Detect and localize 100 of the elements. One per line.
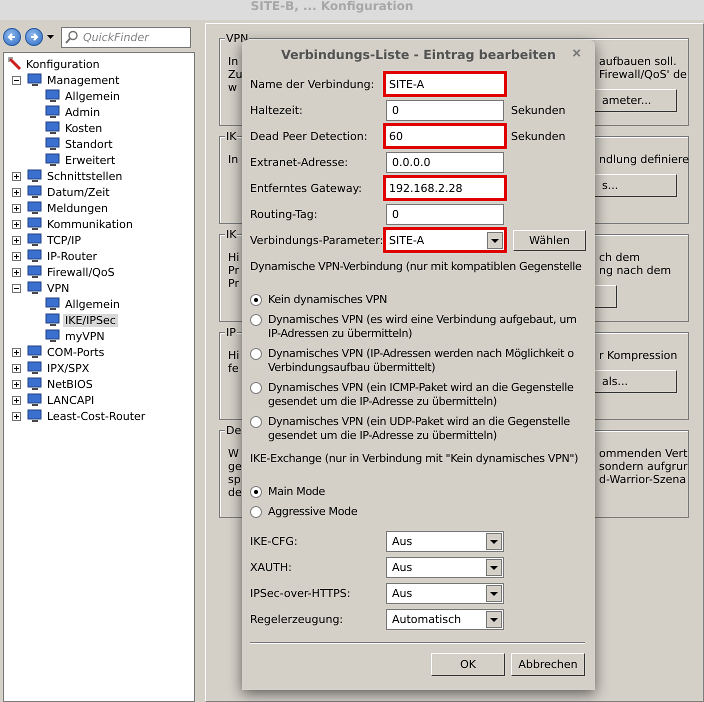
monitor-icon xyxy=(27,393,43,407)
panel-button[interactable]: ameter... xyxy=(593,89,677,112)
tree-item[interactable]: VPN xyxy=(45,282,72,294)
tree-item[interactable]: COM-Ports xyxy=(45,346,106,358)
group-title: De xyxy=(225,424,242,437)
caret-icon[interactable] xyxy=(47,35,54,39)
expand-icon[interactable] xyxy=(12,236,21,244)
field-label: Extranet-Adresse: xyxy=(250,156,350,169)
expand-icon[interactable] xyxy=(12,252,21,260)
tree-item[interactable]: myVPN xyxy=(63,330,107,342)
dropdown[interactable]: Aus xyxy=(386,531,504,552)
expand-icon[interactable] xyxy=(12,188,21,196)
unit-label: Sekunden xyxy=(510,104,566,117)
tree-item[interactable]: Schnittstellen xyxy=(45,170,124,182)
dialog-button[interactable]: OK xyxy=(431,653,505,676)
panel-button[interactable]: als... xyxy=(593,370,677,393)
collapse-icon[interactable] xyxy=(12,76,21,84)
description-text: ommenden Vert xyxy=(599,447,688,460)
tree-item[interactable]: LANCAPI xyxy=(45,394,96,406)
section-heading: IKE-Exchange (nur in Verbindung mit "Kein dynamisches VPN") xyxy=(250,452,578,465)
choose-button[interactable]: Wählen xyxy=(513,230,586,251)
tree-item[interactable]: IP-Router xyxy=(45,250,100,262)
radio-button[interactable] xyxy=(250,348,262,360)
expand-icon[interactable] xyxy=(12,396,21,404)
search-field[interactable]: QuickFinder xyxy=(61,26,191,48)
tree-item[interactable]: TCP/IP xyxy=(45,234,83,246)
tree-item[interactable]: Kommunikation xyxy=(45,218,135,230)
wrench-icon xyxy=(8,57,22,71)
radio-label: Dynamisches VPN (ein UDP-Paket wird an die Gegenstelle gesendet um die IP-Adresse zu übermitteln) xyxy=(268,415,571,443)
radio-label: Kein dynamisches VPN xyxy=(268,293,388,307)
monitor-icon xyxy=(27,281,43,295)
tree-item[interactable]: IKE/IPSec xyxy=(63,314,118,326)
radio-button[interactable] xyxy=(250,416,262,428)
tree-item[interactable]: Kosten xyxy=(63,122,104,134)
tree-item[interactable]: Allgemein xyxy=(63,90,122,102)
monitor-icon xyxy=(27,73,43,87)
collapse-icon[interactable] xyxy=(12,284,21,292)
expand-icon[interactable] xyxy=(12,172,21,180)
monitor-icon xyxy=(27,409,43,423)
expand-icon[interactable] xyxy=(12,380,21,388)
tree-item[interactable]: Least-Cost-Router xyxy=(45,410,148,422)
tree-item[interactable]: Allgemein xyxy=(63,298,122,310)
monitor-icon xyxy=(27,185,43,199)
radio-button[interactable] xyxy=(250,382,262,394)
back-button[interactable] xyxy=(3,28,21,46)
description-text: In xyxy=(228,55,240,68)
group-title: IP xyxy=(225,326,237,339)
tree-item[interactable]: Firewall/QoS xyxy=(45,266,117,278)
monitor-icon xyxy=(45,121,61,135)
input-field[interactable]: 60 xyxy=(383,123,507,149)
radio-label: Main Mode xyxy=(268,485,326,499)
arrow-right-icon xyxy=(29,32,39,42)
dropdown[interactable]: Aus xyxy=(386,557,504,578)
monitor-icon xyxy=(27,361,43,375)
expand-icon[interactable] xyxy=(12,220,21,228)
dialog-button[interactable]: Abbrechen xyxy=(511,653,585,676)
radio-button[interactable] xyxy=(250,314,262,326)
input-field[interactable]: 192.168.2.28 xyxy=(383,175,507,201)
expand-icon[interactable] xyxy=(12,268,21,276)
tree-item[interactable]: Management xyxy=(45,74,122,86)
expand-icon[interactable] xyxy=(12,348,21,356)
arrow-left-icon xyxy=(7,32,17,42)
panel-button[interactable]: s... xyxy=(593,174,677,197)
tree-item[interactable]: Datum/Zeit xyxy=(45,186,112,198)
radio-label: Aggressive Mode xyxy=(268,505,358,519)
tree-item[interactable]: Konfiguration xyxy=(24,58,102,70)
input-field[interactable]: SITE-A xyxy=(383,71,507,97)
input-field[interactable]: 0 xyxy=(386,204,504,225)
dropdown[interactable]: Automatisch xyxy=(386,609,504,630)
dropdown[interactable]: Aus xyxy=(386,583,504,604)
tree-item[interactable]: Meldungen xyxy=(45,202,110,214)
description-text: sp xyxy=(228,473,242,486)
field-label: IPSec-over-HTTPS: xyxy=(250,587,352,600)
field-label: Verbindungs-Parameter: xyxy=(250,234,384,247)
description-text: Hi xyxy=(228,251,240,264)
radio-button[interactable] xyxy=(250,486,262,498)
dropdown[interactable]: SITE-A xyxy=(383,227,507,253)
description-text: Pr xyxy=(228,264,240,277)
radio-label: Dynamisches VPN (es wird eine Verbindung aufgebaut, um IP-Adressen zu übermitteln) xyxy=(268,313,578,341)
description-text: w xyxy=(228,81,238,94)
expand-icon[interactable] xyxy=(12,412,21,420)
section-heading: Dynamische VPN-Verbindung (nur mit kompatiblen Gegenstelle xyxy=(250,260,582,273)
radio-label: Dynamisches VPN (IP-Adressen werden nach Möglichkeit o Verbindungsaufbau übermittelt) xyxy=(268,347,575,375)
field-label: XAUTH: xyxy=(250,561,293,574)
description-text: fe xyxy=(228,362,240,375)
radio-label: Dynamisches VPN (ein ICMP-Paket wird an die Gegenstelle gesendet um die IP-Adresse zu übermitteln) xyxy=(268,381,574,409)
tree-item[interactable]: Standort xyxy=(63,138,115,150)
input-field[interactable]: 0 xyxy=(386,100,504,121)
field-label: Routing-Tag: xyxy=(250,208,318,221)
radio-button[interactable] xyxy=(250,506,262,518)
monitor-icon xyxy=(27,377,43,391)
expand-icon[interactable] xyxy=(12,204,21,212)
tree-item[interactable]: IPX/SPX xyxy=(45,362,92,374)
expand-icon[interactable] xyxy=(12,364,21,372)
tree-item[interactable]: NetBIOS xyxy=(45,378,95,390)
tree-item[interactable]: Erweitert xyxy=(63,154,118,166)
input-field[interactable]: 0.0.0.0 xyxy=(386,152,504,173)
tree-item[interactable]: Admin xyxy=(63,106,102,118)
forward-button[interactable] xyxy=(25,28,43,46)
radio-button[interactable] xyxy=(250,294,262,306)
